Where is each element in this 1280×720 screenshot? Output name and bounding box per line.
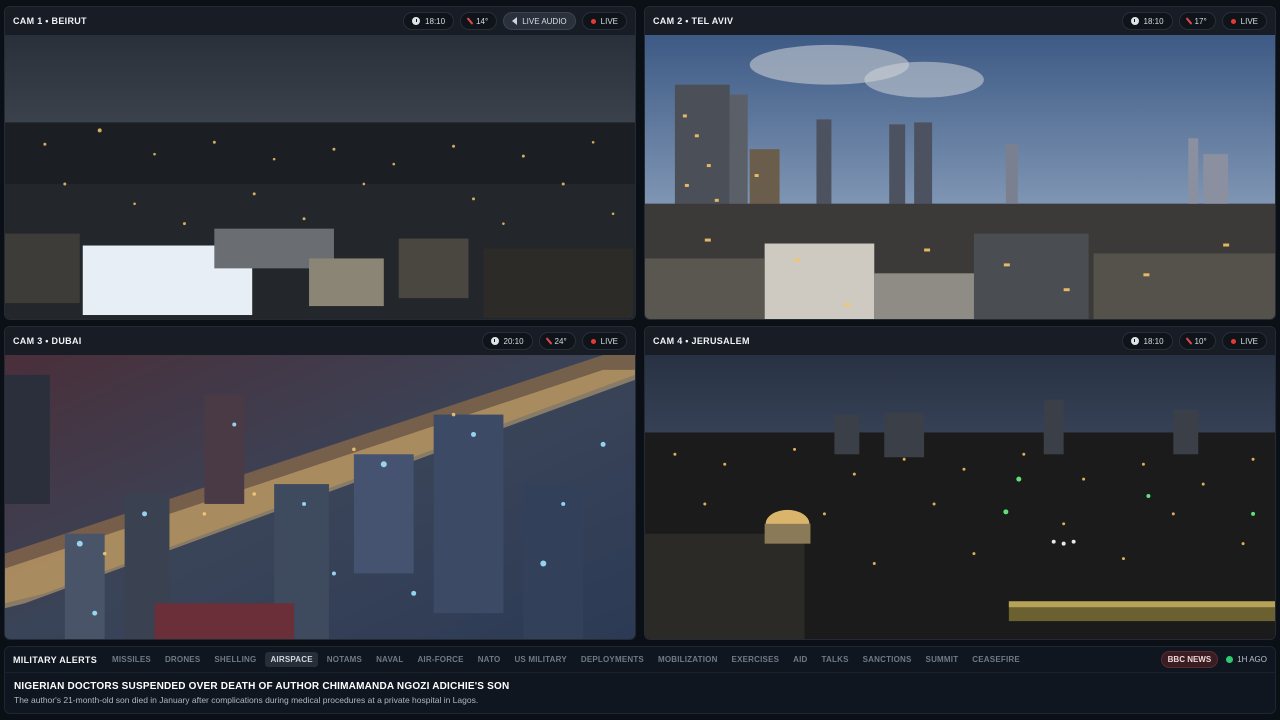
camera-grid: CAM 1 • BEIRUT 18:10 14° LIVE AUDIO LIVE	[4, 6, 1276, 640]
time-value: 18:10	[1143, 336, 1164, 346]
clock-icon	[490, 337, 499, 345]
category-shelling[interactable]: SHELLING	[209, 652, 261, 667]
feed-image	[5, 355, 635, 639]
category-exercises[interactable]: EXERCISES	[727, 652, 785, 667]
time-pill: 18:10	[403, 12, 455, 30]
temp-value: 14°	[476, 16, 489, 26]
live-audio-label: LIVE AUDIO	[522, 16, 567, 26]
status-dot-icon	[1226, 656, 1234, 663]
ticker-meta: BBC NEWS 1H AGO	[1160, 651, 1267, 668]
category-aid[interactable]: AID	[788, 652, 812, 667]
category-ceasefire[interactable]: CEASEFIRE	[967, 652, 1025, 667]
feed-image	[5, 35, 635, 319]
category-missiles[interactable]: MISSILES	[107, 652, 156, 667]
category-air-force[interactable]: AIR-FORCE	[412, 652, 468, 667]
time-pill: 20:10	[481, 332, 533, 350]
category-drones[interactable]: DRONES	[160, 652, 205, 667]
live-label: LIVE	[600, 336, 618, 346]
live-dot-icon	[1230, 338, 1236, 344]
live-label: LIVE	[1240, 16, 1258, 26]
category-airspace[interactable]: AIRSPACE	[265, 652, 318, 667]
headline[interactable]: NIGERIAN DOCTORS SUSPENDED OVER DEATH OF…	[5, 673, 1275, 692]
live-label: LIVE	[600, 16, 618, 26]
category-filter-list: MISSILES DRONES SHELLING AIRSPACE NOTAMS NAVA…	[107, 652, 1025, 667]
headline-summary: The author's 21-month-old son died in Ja…	[14, 695, 479, 705]
camera-panel-jerusalem[interactable]: CAM 4 • JERUSALEM 18:10 10° LIVE	[644, 326, 1276, 640]
ticker-top-bar: MILITARY ALERTS MISSILES DRONES SHELLING AI…	[5, 647, 1275, 673]
live-dot-icon	[590, 18, 596, 24]
live-dot-icon	[590, 338, 596, 344]
live-label: LIVE	[1240, 336, 1258, 346]
timestamp-label: 1H AGO	[1237, 655, 1267, 664]
thermometer-icon	[466, 17, 474, 25]
live-audio-button[interactable]: LIVE AUDIO	[503, 12, 576, 30]
temp-value: 17°	[1194, 16, 1207, 26]
time-value: 20:10	[503, 336, 524, 346]
ticker-section-label: MILITARY ALERTS	[13, 654, 97, 665]
video-feed-tel-aviv[interactable]	[645, 35, 1275, 319]
timestamp: 1H AGO	[1226, 655, 1267, 664]
live-badge: LIVE	[1221, 12, 1267, 30]
source-badge[interactable]: BBC NEWS	[1160, 651, 1219, 668]
camera-panel-dubai[interactable]: CAM 3 • DUBAI 20:10 24° LIVE	[4, 326, 636, 640]
category-notams[interactable]: NOTAMS	[322, 652, 367, 667]
live-badge: LIVE	[581, 332, 627, 350]
news-ticker: MILITARY ALERTS MISSILES DRONES SHELLING AI…	[4, 646, 1276, 714]
camera-header: CAM 2 • TEL AVIV 18:10 17° LIVE	[645, 7, 1275, 35]
time-pill: 18:10	[1121, 332, 1173, 350]
camera-panel-beirut[interactable]: CAM 1 • BEIRUT 18:10 14° LIVE AUDIO LIVE	[4, 6, 636, 320]
temp-value: 10°	[1194, 336, 1207, 346]
feed-image	[645, 355, 1275, 639]
video-feed-dubai[interactable]	[5, 355, 635, 639]
camera-header: CAM 4 • JERUSALEM 18:10 10° LIVE	[645, 327, 1275, 355]
live-badge: LIVE	[1221, 332, 1267, 350]
speaker-icon	[512, 17, 518, 25]
feed-image	[645, 35, 1275, 319]
temp-pill: 14°	[460, 12, 498, 30]
category-naval[interactable]: NAVAL	[371, 652, 408, 667]
camera-title: CAM 4 • JERUSALEM	[653, 336, 750, 346]
camera-panel-tel-aviv[interactable]: CAM 2 • TEL AVIV 18:10 17° LIVE	[644, 6, 1276, 320]
time-value: 18:10	[1143, 16, 1164, 26]
category-mobilization[interactable]: MOBILIZATION	[653, 652, 723, 667]
video-feed-beirut[interactable]	[5, 35, 635, 319]
thermometer-icon	[1185, 17, 1192, 25]
category-summit[interactable]: SUMMIT	[921, 652, 964, 667]
camera-title: CAM 2 • TEL AVIV	[653, 16, 734, 26]
category-sanctions[interactable]: SANCTIONS	[858, 652, 917, 667]
category-nato[interactable]: NATO	[473, 652, 506, 667]
category-deployments[interactable]: DEPLOYMENTS	[576, 652, 649, 667]
time-pill: 18:10	[1121, 12, 1173, 30]
temp-pill: 10°	[1178, 332, 1216, 350]
thermometer-icon	[1185, 337, 1192, 345]
camera-title: CAM 1 • BEIRUT	[13, 16, 87, 26]
clock-icon	[1130, 337, 1139, 345]
thermometer-icon	[545, 337, 552, 345]
camera-header: CAM 1 • BEIRUT 18:10 14° LIVE AUDIO LIVE	[5, 7, 635, 35]
temp-pill: 17°	[1178, 12, 1216, 30]
category-us-military[interactable]: US MILITARY	[509, 652, 571, 667]
temp-value: 24°	[554, 336, 567, 346]
category-talks[interactable]: TALKS	[817, 652, 854, 667]
temp-pill: 24°	[538, 332, 576, 350]
camera-header: CAM 3 • DUBAI 20:10 24° LIVE	[5, 327, 635, 355]
clock-icon	[412, 17, 421, 25]
clock-icon	[1130, 17, 1139, 25]
live-badge: LIVE	[581, 12, 627, 30]
video-feed-jerusalem[interactable]	[645, 355, 1275, 639]
live-dot-icon	[1230, 18, 1236, 24]
camera-title: CAM 3 • DUBAI	[13, 336, 82, 346]
time-value: 18:10	[425, 16, 446, 26]
